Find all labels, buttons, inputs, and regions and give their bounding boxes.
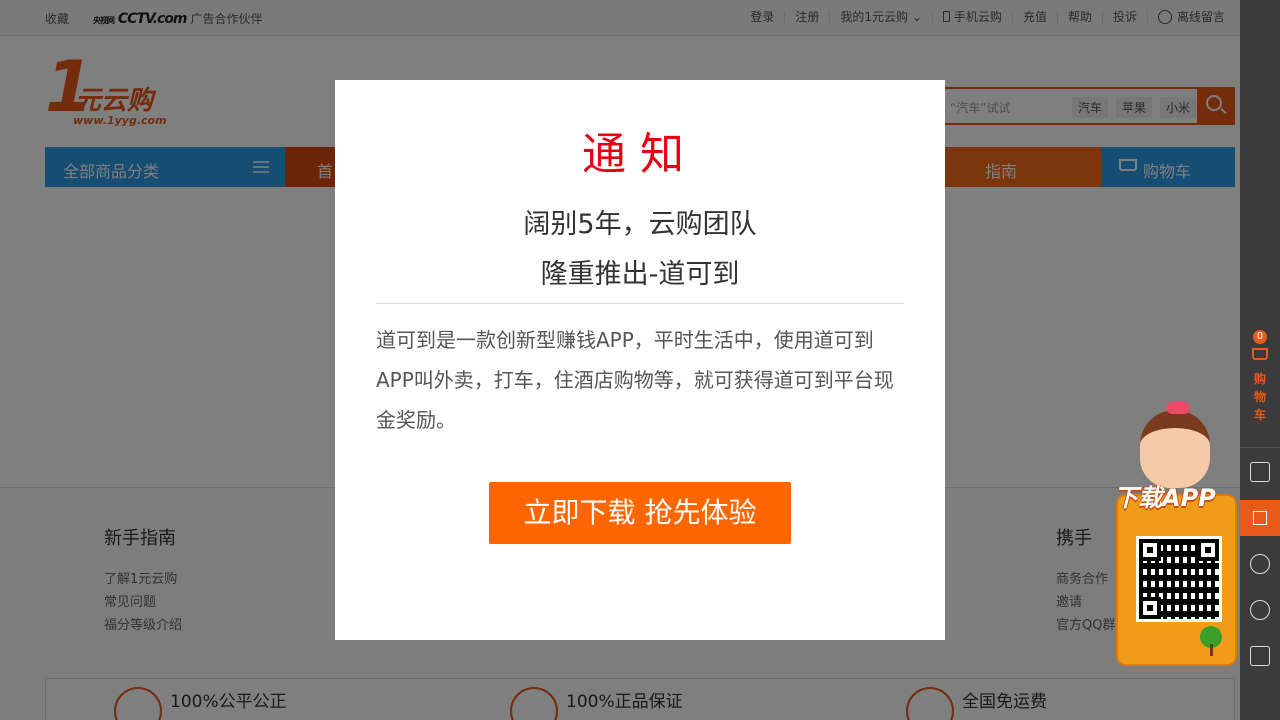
sidebar-cart-label: 购物车 xyxy=(1253,372,1266,422)
qr-code-icon xyxy=(1253,511,1267,525)
wechat-icon[interactable] xyxy=(1250,554,1270,574)
document-icon[interactable] xyxy=(1250,462,1270,482)
sidebar-cart[interactable]: 0 购物车 xyxy=(1240,326,1280,448)
cart-count-badge: 0 xyxy=(1253,330,1267,344)
app-qr-code xyxy=(1136,536,1222,622)
mascot-illustration xyxy=(1140,410,1210,488)
modal-title: 通知 xyxy=(582,129,698,180)
app-download-card[interactable]: 下载APP xyxy=(1114,484,1237,666)
download-button[interactable]: 立即下载 抢先体验 xyxy=(489,482,791,544)
sidebar-qr-button[interactable] xyxy=(1240,500,1280,536)
app-download-label: 下载APP xyxy=(1114,484,1216,512)
modal-divider xyxy=(376,303,904,304)
modal-body: 道可到是一款创新型赚钱APP，平时生活中，使用道可到APP叫外卖，打车，住酒店购… xyxy=(376,328,894,432)
mascot-bow xyxy=(1166,402,1190,414)
right-sidebar: 0 购物车 xyxy=(1240,0,1280,720)
headset-icon[interactable] xyxy=(1250,600,1270,620)
cart-icon xyxy=(1252,348,1268,360)
edit-icon[interactable] xyxy=(1250,646,1270,666)
modal-subtitle: 阔别5年，云购团队 隆重推出-道可到 xyxy=(523,209,757,290)
notice-modal: 通知 阔别5年，云购团队 隆重推出-道可到 道可到是一款创新型赚钱APP，平时生… xyxy=(335,80,945,640)
